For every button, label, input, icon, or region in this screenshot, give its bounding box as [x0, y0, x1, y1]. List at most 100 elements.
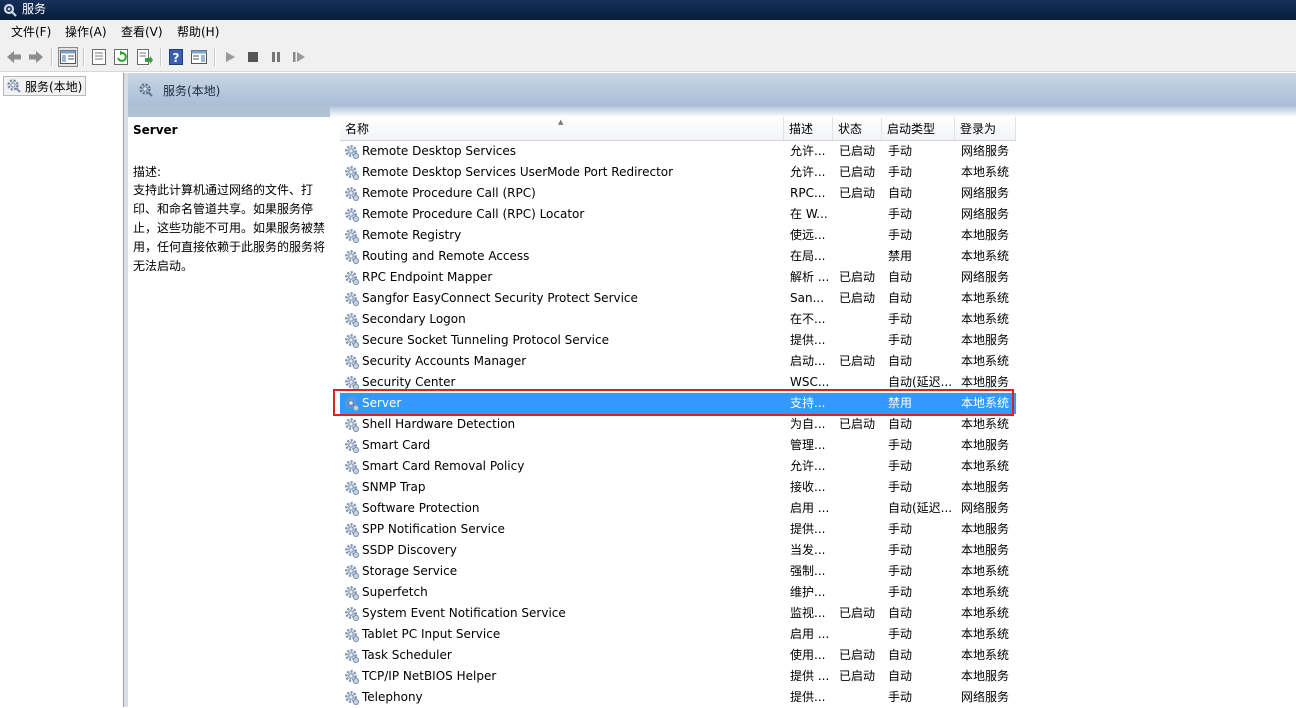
service-name: Superfetch [362, 585, 428, 599]
service-row[interactable]: SPP Notification Service 提供... 手动 本地服务 [340, 519, 1016, 540]
service-gear-icon [345, 397, 360, 412]
column-header-status[interactable]: 状态 [833, 117, 882, 140]
column-header-startup-type-label: 启动类型 [887, 122, 936, 136]
service-description: 接收... [790, 480, 826, 494]
service-log-on-as: 网络服务 [961, 186, 1010, 200]
column-header-name-label: 名称 [345, 122, 370, 136]
pause-service-button[interactable] [266, 47, 286, 67]
service-startup-type: 禁用 [888, 396, 913, 410]
service-description: 提供... [790, 333, 826, 347]
service-description: 强制... [790, 564, 826, 578]
service-row[interactable]: System Event Notification Service 监视... 已启… [340, 603, 1016, 624]
export-list-button[interactable] [135, 47, 155, 67]
service-startup-type: 自动 [888, 291, 913, 305]
start-service-button[interactable] [220, 47, 240, 67]
service-row[interactable]: Secure Socket Tunneling Protocol Service… [340, 330, 1016, 351]
service-row[interactable]: Storage Service 强制... 手动 本地系统 [340, 561, 1016, 582]
service-row[interactable]: Sangfor EasyConnect Security Protect Ser… [340, 288, 1016, 309]
refresh-button[interactable] [112, 47, 132, 67]
service-row[interactable]: Remote Procedure Call (RPC) RPC... 已启动 自动 网络… [340, 183, 1016, 204]
service-row[interactable]: SNMP Trap 接收... 手动 本地服务 [340, 477, 1016, 498]
menu-view[interactable]: 查看(V) [121, 25, 163, 39]
service-row[interactable]: TCP/IP NetBIOS Helper 提供 ... 已启动 自动 本地服务 [340, 666, 1016, 687]
pause-service-icon [272, 52, 280, 62]
show-hide-tree-button[interactable] [58, 47, 78, 67]
service-name: SNMP Trap [362, 480, 426, 494]
service-row[interactable]: Smart Card 管理... 手动 本地服务 [340, 435, 1016, 456]
service-name: TCP/IP NetBIOS Helper [362, 669, 497, 683]
menu-help[interactable]: 帮助(H) [177, 25, 219, 39]
window-title: 服务 [22, 2, 47, 16]
show-hide-action-pane-icon [191, 50, 207, 64]
stop-service-button[interactable] [243, 47, 263, 67]
service-name: Secure Socket Tunneling Protocol Service [362, 333, 609, 347]
service-name: Server [362, 396, 402, 410]
header-band [128, 106, 330, 117]
service-log-on-as: 本地系统 [961, 249, 1010, 263]
column-header-startup-type[interactable]: 启动类型 [882, 117, 955, 140]
service-startup-type: 手动 [888, 480, 913, 494]
service-row[interactable]: Telephony 提供... 手动 网络服务 [340, 687, 1016, 708]
service-description: 提供... [790, 690, 826, 704]
service-log-on-as: 本地服务 [961, 438, 1010, 452]
show-hide-action-pane-button[interactable] [189, 47, 209, 67]
forward-button[interactable] [26, 47, 46, 67]
service-row[interactable]: SSDP Discovery 当发... 手动 本地服务 [340, 540, 1016, 561]
service-gear-icon [345, 355, 360, 370]
properties-button[interactable] [89, 47, 109, 67]
service-row[interactable]: Remote Registry 使远... 手动 本地服务 [340, 225, 1016, 246]
service-name: Sangfor EasyConnect Security Protect Ser… [362, 291, 638, 305]
service-name: Security Accounts Manager [362, 354, 527, 368]
column-header-description[interactable]: 描述 [784, 117, 833, 140]
service-row[interactable]: Secondary Logon 在不... 手动 本地系统 [340, 309, 1016, 330]
service-row[interactable]: Tablet PC Input Service 启用 ... 手动 本地系统 [340, 624, 1016, 645]
service-startup-type: 手动 [888, 228, 913, 242]
sort-ascending-icon: ▲ [558, 118, 564, 126]
service-name: Remote Procedure Call (RPC) [362, 186, 536, 200]
service-name: System Event Notification Service [362, 606, 566, 620]
service-log-on-as: 本地服务 [961, 543, 1010, 557]
menu-file[interactable]: 文件(F) [11, 25, 51, 39]
service-row[interactable]: Smart Card Removal Policy 允许... 手动 本地系统 [340, 456, 1016, 477]
service-startup-type: 手动 [888, 564, 913, 578]
service-description: 管理... [790, 438, 826, 452]
service-row[interactable]: Server 支持... 禁用 本地系统 [340, 393, 1016, 414]
service-description: 支持... [790, 396, 826, 410]
header-band-fade [330, 106, 1296, 117]
service-name: Remote Desktop Services [362, 144, 517, 158]
service-startup-type: 手动 [888, 165, 913, 179]
service-row[interactable]: Shell Hardware Detection 为自... 已启动 自动 本地系统 [340, 414, 1016, 435]
service-row[interactable]: Security Accounts Manager 启动... 已启动 自动 本地系统 [340, 351, 1016, 372]
service-row[interactable]: Remote Desktop Services UserMode Port Re… [340, 162, 1016, 183]
column-header-log-on-as-label: 登录为 [960, 122, 997, 136]
service-log-on-as: 网络服务 [961, 501, 1010, 515]
selected-service-name: Server [133, 123, 178, 137]
service-gear-icon [345, 376, 360, 391]
service-log-on-as: 网络服务 [961, 690, 1010, 704]
service-row[interactable]: Remote Procedure Call (RPC) Locator 在 W..… [340, 204, 1016, 225]
service-gear-icon [345, 439, 360, 454]
service-description: 启动... [790, 354, 826, 368]
service-status: 已启动 [839, 144, 876, 158]
service-startup-type: 自动 [888, 648, 913, 662]
restart-service-button[interactable] [289, 47, 309, 67]
help-button[interactable]: ? [166, 47, 186, 67]
service-row[interactable]: Task Scheduler 使用... 已启动 自动 本地系统 [340, 645, 1016, 666]
toolbar-separator [51, 48, 53, 66]
menu-bar: 文件(F) 操作(A) 查看(V) 帮助(H) [0, 20, 1296, 43]
tree-item-services-local[interactable]: 服务(本地) [3, 76, 87, 96]
service-row[interactable]: Software Protection 启用 ... 自动(延迟... 网络服务 [340, 498, 1016, 519]
service-row[interactable]: Superfetch 维护... 手动 本地系统 [340, 582, 1016, 603]
pane-header: 服务(本地) [128, 73, 1296, 106]
service-row[interactable]: Remote Desktop Services 允许... 已启动 手动 网络服务 [340, 141, 1016, 162]
service-startup-type: 手动 [888, 543, 913, 557]
service-startup-type: 自动 [888, 186, 913, 200]
back-button[interactable] [4, 47, 24, 67]
menu-action[interactable]: 操作(A) [65, 25, 107, 39]
service-row[interactable]: RPC Endpoint Mapper 解析 ... 已启动 自动 网络服务 [340, 267, 1016, 288]
service-row[interactable]: Routing and Remote Access 在局... 禁用 本地系统 [340, 246, 1016, 267]
service-startup-type: 手动 [888, 144, 913, 158]
service-row[interactable]: Security Center WSC... 自动(延迟... 本地服务 [340, 372, 1016, 393]
service-description: 启用 ... [790, 627, 830, 641]
column-header-log-on-as[interactable]: 登录为 [955, 117, 1016, 140]
